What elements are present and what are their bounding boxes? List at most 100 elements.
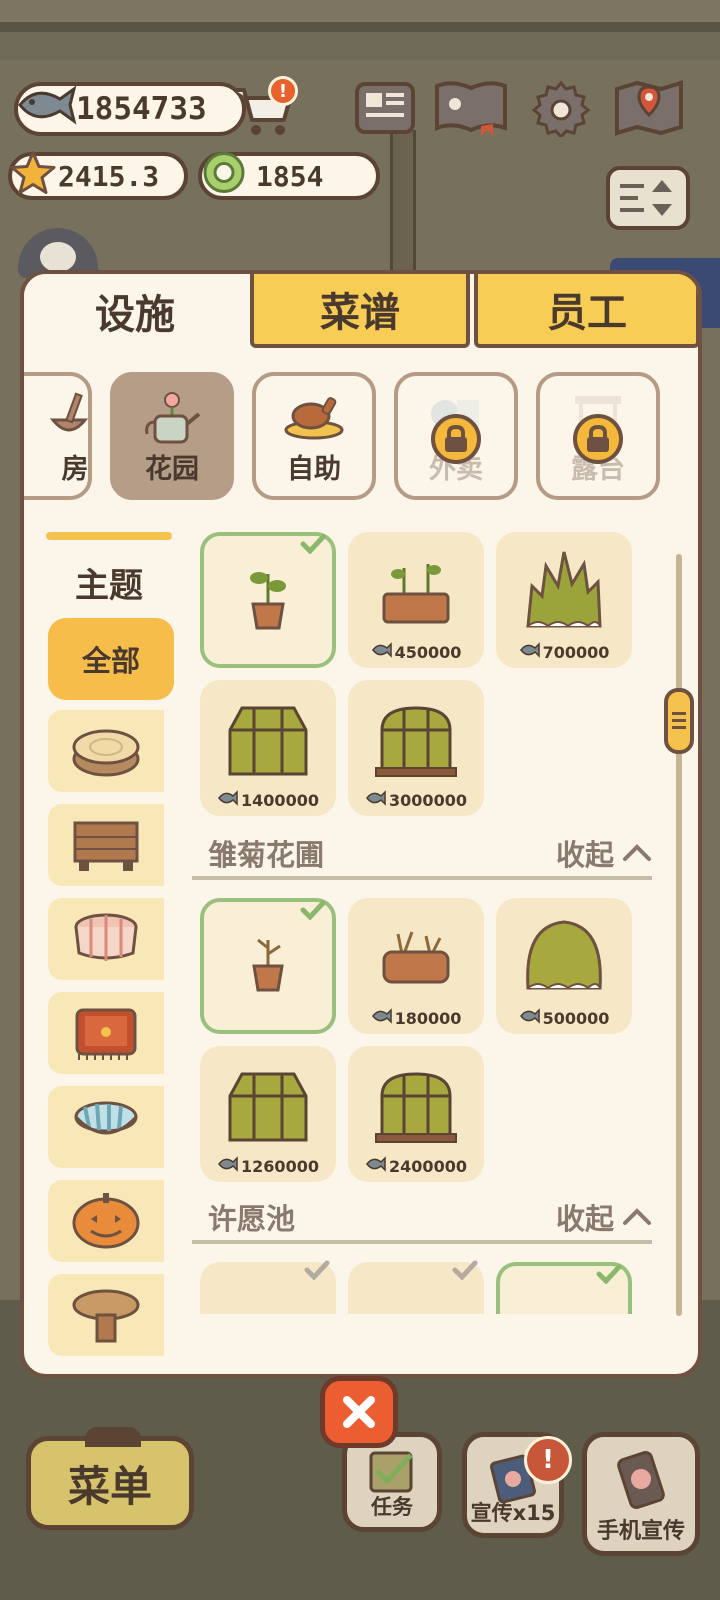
- fish-icon: [519, 1008, 541, 1028]
- garden-item-seedling-bed[interactable]: 450000: [348, 532, 484, 668]
- round-table-icon: [72, 1289, 140, 1343]
- scrollbar-thumb[interactable]: [664, 688, 694, 754]
- theme-item-pumpkin[interactable]: [48, 1180, 164, 1262]
- dome-greenhouse-icon: [374, 700, 458, 784]
- wooden-crate-icon: [73, 821, 139, 871]
- checkered-table-icon: [74, 913, 138, 961]
- chevron-up-icon: [623, 844, 651, 861]
- pool-item-1[interactable]: [200, 1260, 336, 1314]
- category-garden[interactable]: 花园: [110, 372, 234, 500]
- close-icon: [343, 1396, 375, 1428]
- theme-item-striped-table[interactable]: [48, 1086, 164, 1168]
- greenhouse-icon: [226, 700, 310, 784]
- roast-chicken-icon: [283, 390, 345, 446]
- wilted-plant-pot-icon: [246, 930, 290, 1000]
- fish-icon: [519, 642, 541, 662]
- category-terrace[interactable]: 露台: [536, 372, 660, 500]
- item-price: 3000000: [348, 790, 484, 810]
- wooden-beam: [0, 22, 720, 32]
- chevron-up-icon: [623, 1208, 651, 1225]
- map-icon: [615, 80, 683, 136]
- promote-alert-badge: !: [524, 1436, 572, 1484]
- daisy-item-bed[interactable]: 180000: [348, 898, 484, 1034]
- item-price: 700000: [496, 642, 632, 662]
- daisy-item-greenhouse-gable[interactable]: 1260000: [200, 1046, 336, 1182]
- ring-icon: [200, 149, 248, 204]
- fish-icon: [217, 1156, 239, 1176]
- theme-item-stump[interactable]: [48, 710, 164, 792]
- check-icon: [452, 1260, 478, 1284]
- tab-recipes[interactable]: 菜谱: [250, 274, 470, 348]
- daisy-item-shrub[interactable]: 500000: [496, 898, 632, 1034]
- tab-staff[interactable]: 员工: [474, 274, 698, 348]
- collapse-button[interactable]: 收起: [556, 832, 652, 874]
- build-panel: 设施 菜谱 员工 房 花园 自助 外卖 露台 主题 全部 450000 7000…: [20, 270, 702, 1378]
- fish-icon: [217, 790, 239, 810]
- pool-item-3[interactable]: [496, 1262, 632, 1314]
- lock-icon: [431, 414, 481, 464]
- sort-filter-button[interactable]: [606, 166, 690, 230]
- section-title: 雏菊花圃: [208, 838, 325, 872]
- star-currency: 2415.3: [8, 150, 188, 203]
- garden-item-sprout-pot[interactable]: [200, 532, 336, 668]
- theme-item-crate[interactable]: [48, 804, 164, 886]
- fish-icon: [16, 83, 78, 135]
- item-price: 1260000: [200, 1156, 336, 1176]
- section-header-daisy-bed: 雏菊花圃 收起: [192, 830, 652, 880]
- round-shrub-icon: [522, 912, 606, 1002]
- theme-item-checkered-table[interactable]: [48, 898, 164, 980]
- shop-cart-button[interactable]: !: [232, 76, 298, 138]
- map-button[interactable]: [612, 80, 686, 136]
- pool-item-2[interactable]: [348, 1260, 484, 1314]
- sort-icon: [620, 180, 672, 216]
- category-label: 房: [61, 454, 89, 485]
- menu-label: 菜单: [67, 1461, 152, 1511]
- owned-check-icon: [596, 1264, 622, 1288]
- scrollbar-track: [676, 554, 682, 1316]
- item-price: 500000: [496, 1008, 632, 1028]
- kitchen-icon: [49, 390, 89, 450]
- tab-facilities[interactable]: 设施: [24, 274, 246, 348]
- dome-greenhouse-icon: [374, 1066, 458, 1150]
- fish-amount: 1854733: [76, 91, 207, 127]
- gear-icon: [532, 80, 590, 137]
- bush-icon: [522, 546, 606, 640]
- check-icon: [304, 1260, 330, 1284]
- fish-icon: [371, 1008, 393, 1028]
- garden-item-greenhouse-dome[interactable]: 3000000: [348, 680, 484, 816]
- theme-all-button[interactable]: 全部: [48, 618, 174, 700]
- ring-amount: 1854: [256, 159, 324, 193]
- section-header-wishing-pool: 许愿池 收起: [192, 1194, 652, 1244]
- category-delivery[interactable]: 外卖: [394, 372, 518, 500]
- garden-item-greenhouse-gable[interactable]: 1400000: [200, 680, 336, 816]
- category-label: 花园: [145, 454, 199, 485]
- theme-item-round-table[interactable]: [48, 1274, 164, 1356]
- item-price: 450000: [348, 642, 484, 662]
- close-button[interactable]: [320, 1376, 398, 1448]
- phone-promote-label: 手机宣传: [596, 1519, 685, 1544]
- watering-can-icon: [141, 390, 203, 452]
- catbook-button[interactable]: [432, 80, 510, 136]
- item-price: 1400000: [200, 790, 336, 810]
- sprout-pot-icon: [243, 560, 293, 644]
- garden-item-bush[interactable]: 700000: [496, 532, 632, 668]
- daisy-item-pot[interactable]: [200, 898, 336, 1034]
- star-icon: [10, 150, 56, 203]
- menu-button[interactable]: 菜单: [26, 1427, 194, 1530]
- phone-promote-button[interactable]: 手机宣传: [582, 1432, 700, 1556]
- striped-table-icon: [74, 1101, 138, 1135]
- category-buffet[interactable]: 自助: [252, 372, 376, 500]
- daisy-item-greenhouse-dome[interactable]: 2400000: [348, 1046, 484, 1182]
- tree-stump-icon: [72, 729, 140, 777]
- newspaper-icon: [355, 82, 415, 134]
- cart-alert-badge: !: [268, 76, 298, 106]
- settings-button[interactable]: [528, 80, 594, 137]
- fish-icon: [371, 642, 393, 662]
- fish-icon: [365, 790, 387, 810]
- category-kitchen[interactable]: 房: [24, 372, 92, 500]
- theme-title: 主题: [75, 566, 143, 606]
- newspaper-button[interactable]: [352, 80, 418, 136]
- category-label: 自助: [287, 454, 341, 485]
- theme-item-paw-table[interactable]: [48, 992, 164, 1074]
- collapse-button[interactable]: 收起: [556, 1196, 652, 1238]
